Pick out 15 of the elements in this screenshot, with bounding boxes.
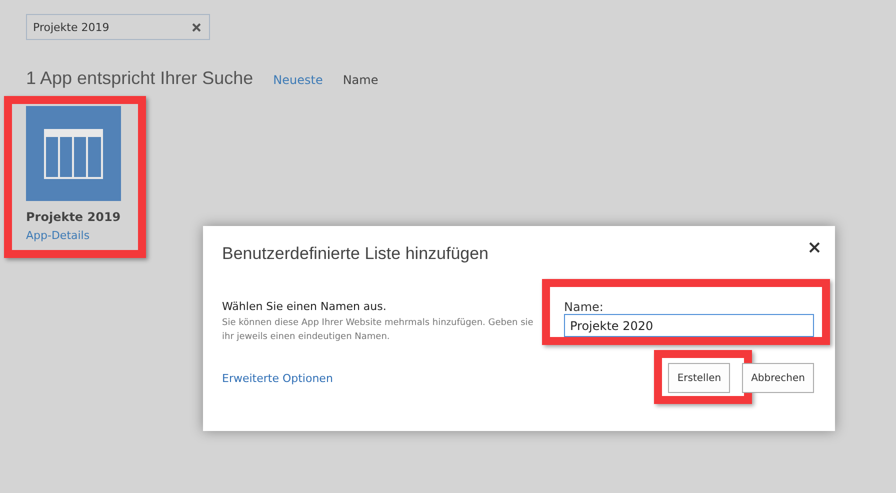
clear-icon[interactable] [192, 22, 201, 32]
close-icon[interactable] [809, 242, 820, 252]
name-label: Name: [564, 300, 604, 314]
sort-link[interactable]: Name [342, 73, 378, 87]
name-input[interactable]: Projekte 2020 [564, 314, 814, 337]
dialog-title: Benutzerdefinierte Liste hinzufügen [222, 244, 489, 264]
dialog-button[interactable]: Abbrechen [742, 363, 814, 393]
list-app-icon[interactable] [26, 106, 121, 201]
section-title: Wählen Sie einen Namen aus. [222, 300, 388, 313]
search-field[interactable]: Projekte 2019 [26, 14, 210, 40]
section-description: Sie können diese App Ihrer Website mehrmals hinzufügen. Geben sie ihr jeweils einen eindeutigen Namen. [222, 317, 534, 344]
advanced-options-link[interactable]: Erweiterte Optionen [222, 372, 333, 385]
dialog-button[interactable]: Erstellen [668, 363, 730, 393]
app-title: Projekte 2019 [26, 210, 122, 224]
results-heading: 1 App entspricht Ihrer Suche [26, 68, 254, 89]
